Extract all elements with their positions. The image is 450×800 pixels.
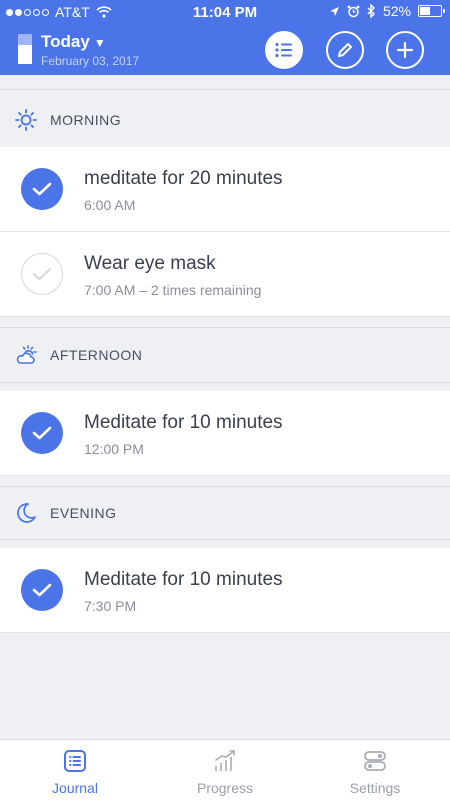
tab-bar: Journal Progress Settings	[0, 739, 450, 800]
tab-label: Progress	[196, 780, 254, 796]
habit-time: 12:00 PM	[84, 441, 144, 457]
habit-name: Wear eye mask	[84, 253, 216, 274]
completed-checkbox[interactable]	[21, 569, 63, 611]
completed-checkbox[interactable]	[21, 412, 63, 454]
pencil-icon	[338, 43, 352, 57]
habit-row[interactable]: Meditate for 10 minutes 7:30 PM	[0, 548, 450, 633]
section-label: MORNING	[50, 112, 122, 128]
habit-row[interactable]: meditate for 20 minutes 6:00 AM	[0, 147, 450, 232]
partly-cloudy-icon	[16, 345, 37, 364]
tab-journal[interactable]: Journal	[0, 740, 150, 800]
section-label: AFTERNOON	[50, 347, 143, 363]
alarm-icon	[347, 5, 360, 17]
toggles-icon	[364, 751, 386, 771]
tab-label: Settings	[349, 780, 401, 796]
incomplete-checkbox[interactable]	[21, 253, 63, 295]
checkmark-icon	[32, 182, 52, 196]
section-header-morning: MORNING	[0, 75, 450, 151]
habit-name: Meditate for 10 minutes	[84, 569, 283, 590]
edit-button[interactable]	[326, 31, 364, 69]
habit-row[interactable]: Meditate for 10 minutes 12:00 PM	[0, 391, 450, 476]
bar-chart-icon	[215, 750, 235, 771]
sun-icon	[15, 109, 37, 131]
journal-icon	[64, 750, 86, 772]
battery-percent: 52%	[382, 3, 411, 19]
checkmark-icon	[32, 426, 52, 440]
page-title: Today	[41, 32, 90, 51]
date-picker[interactable]: Today ▼	[41, 32, 106, 52]
section-header-evening: EVENING	[0, 476, 450, 548]
tab-label: Journal	[52, 780, 98, 796]
completed-checkbox[interactable]	[21, 168, 63, 210]
progress-bar-icon	[18, 34, 32, 64]
list-view-button[interactable]	[265, 31, 303, 69]
habit-name: Meditate for 10 minutes	[84, 412, 283, 433]
habit-row[interactable]: Wear eye mask 7:00 AM – 2 times remainin…	[0, 232, 450, 317]
journal-list: MORNING meditate for 20 minutes 6:00 AM …	[0, 75, 450, 633]
add-button[interactable]	[386, 31, 424, 69]
checkmark-icon	[33, 268, 51, 280]
current-date: February 03, 2017	[41, 54, 140, 68]
list-icon	[275, 42, 292, 58]
app-header: AT&T 11:04 PM 52% Today ▼ February 03, 20…	[0, 0, 450, 75]
habit-name: meditate for 20 minutes	[84, 168, 283, 189]
section-header-afternoon: AFTERNOON	[0, 317, 450, 391]
section-label: EVENING	[50, 505, 117, 521]
habit-time: 6:00 AM	[84, 197, 136, 213]
tab-settings[interactable]: Settings	[300, 740, 450, 800]
habit-time: 7:30 PM	[84, 598, 137, 614]
tab-progress[interactable]: Progress	[150, 740, 300, 800]
status-bar: AT&T 11:04 PM 52%	[0, 0, 450, 25]
location-arrow-icon	[329, 6, 339, 16]
bluetooth-icon	[367, 4, 375, 18]
moon-icon	[17, 503, 36, 523]
plus-icon	[396, 41, 414, 59]
battery-icon	[418, 5, 445, 17]
checkmark-icon	[32, 583, 52, 597]
habit-time: 7:00 AM – 2 times remaining	[84, 282, 262, 298]
caret-down-icon: ▼	[93, 36, 106, 50]
